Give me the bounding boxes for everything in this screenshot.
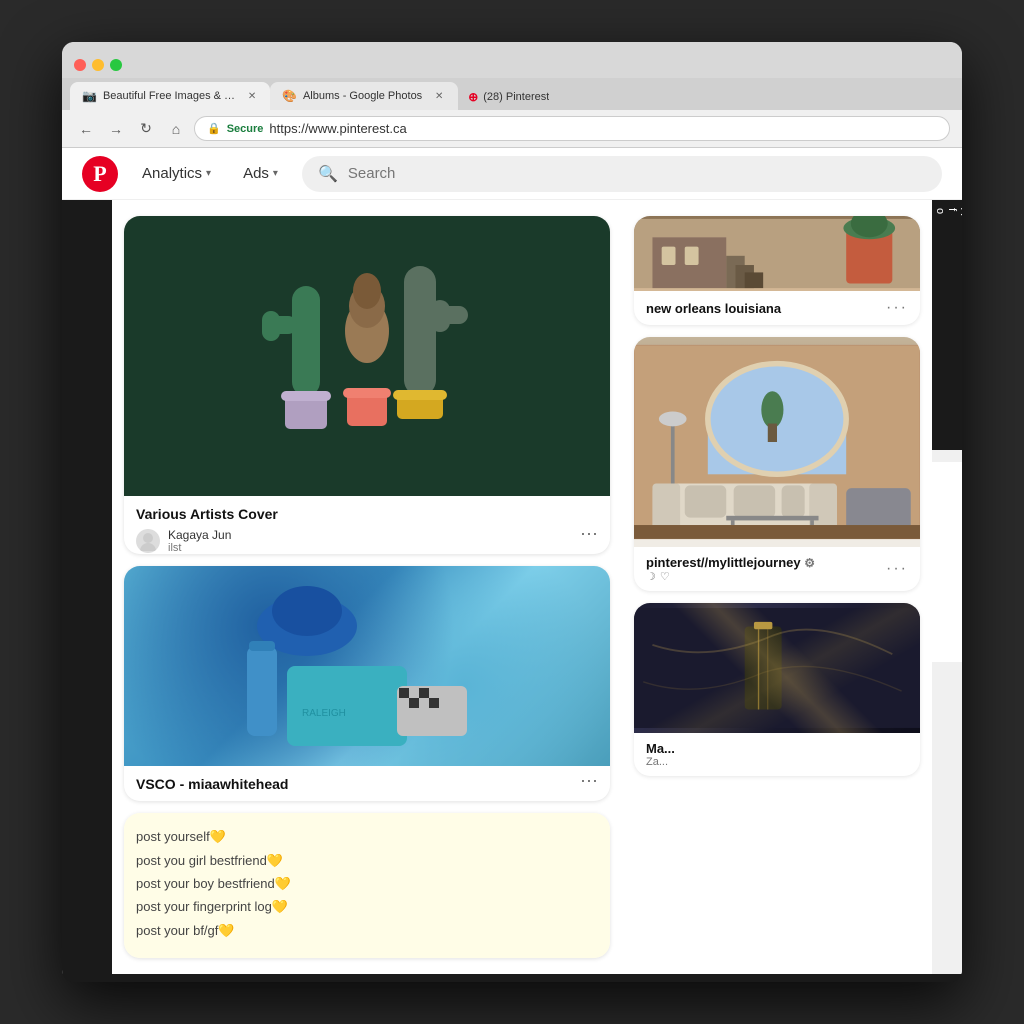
pin-card-marble[interactable]: Ma... Za...	[634, 603, 920, 776]
forward-button[interactable]: →	[104, 117, 128, 141]
pin-cactus-title: Various Artists Cover	[136, 506, 598, 522]
far-right-white-card	[932, 462, 962, 662]
camera-icon: 📷	[82, 89, 97, 103]
search-bar[interactable]: 🔍 Search	[302, 156, 942, 192]
pin-card-cactus[interactable]: Various Artists Cover Kagaya Jun ilst	[124, 216, 610, 554]
back-button[interactable]: ←	[74, 117, 98, 141]
far-right-panel: Afo	[932, 200, 962, 974]
pin-vsco-info: VSCO - miaawhitehead	[124, 766, 610, 801]
home-button[interactable]: ⌂	[164, 117, 188, 141]
ads-nav-item[interactable]: Ads ▾	[235, 159, 286, 188]
author-subtitle: ilst	[168, 542, 231, 554]
refresh-button[interactable]: ↻	[134, 117, 158, 141]
left-sidebar	[62, 200, 112, 974]
cactus-svg	[237, 216, 497, 476]
pin-vsco-title: VSCO - miaawhitehead	[136, 776, 598, 792]
interior-title: pinterest//mylittlejourney ⚙	[646, 555, 815, 570]
tab-2-label: Albums - Google Photos	[303, 90, 422, 102]
tab-3[interactable]: ⊕ (28) Pinterest	[458, 84, 559, 110]
logo-letter: P	[93, 161, 106, 187]
monitor-frame: 📷 Beautiful Free Images & Pictur... ✕ 🎨 …	[62, 42, 962, 982]
marble-title: Ma...	[646, 741, 675, 756]
pin-cactus-info: Various Artists Cover Kagaya Jun ilst	[124, 496, 610, 554]
gear-icon: ⚙	[804, 556, 815, 570]
author-avatar	[136, 529, 160, 553]
interior-svg	[634, 337, 920, 547]
new-orleans-pin-info: new orleans louisiana ···	[634, 291, 920, 325]
lock-icon: 🔒	[207, 122, 221, 135]
heart-outline-icon: ♡	[660, 570, 670, 583]
pin-card-new-orleans[interactable]: new orleans louisiana ···	[634, 216, 920, 325]
tab-1[interactable]: 📷 Beautiful Free Images & Pictur... ✕	[70, 82, 270, 110]
pin-column-1: Various Artists Cover Kagaya Jun ilst	[124, 216, 610, 958]
browser-chrome: 📷 Beautiful Free Images & Pictur... ✕ 🎨 …	[62, 42, 962, 148]
pins-container: Various Artists Cover Kagaya Jun ilst	[112, 200, 622, 974]
interior-pin-info: pinterest//mylittlejourney ⚙ ☽ ♡ ···	[634, 547, 920, 591]
cactus-illustration	[124, 216, 610, 496]
new-orleans-menu[interactable]: ···	[886, 299, 908, 317]
analytics-nav-item[interactable]: Analytics ▾	[134, 159, 219, 188]
new-orleans-title: new orleans louisiana	[646, 301, 781, 316]
new-orleans-image	[634, 216, 920, 291]
minimize-button[interactable]	[92, 59, 104, 71]
pinterest-favicon: ⊕	[468, 90, 478, 104]
photos-icon: 🎨	[282, 89, 297, 103]
pin-card-vsco[interactable]: RALEIGH VSCO - mia	[124, 566, 610, 801]
text-line-5: post your bf/gf💛	[136, 919, 598, 942]
address-bar[interactable]: 🔒 Secure https://www.pinterest.ca	[194, 116, 950, 141]
interior-subtitle: ☽ ♡	[646, 570, 815, 583]
search-icon: 🔍	[318, 164, 338, 184]
maximize-button[interactable]	[110, 59, 122, 71]
interior-image	[634, 337, 920, 547]
right-section: new orleans louisiana ···	[622, 200, 932, 974]
tab-1-close[interactable]: ✕	[246, 89, 258, 103]
moon-icon: ☽	[646, 570, 656, 583]
tabs-bar: 📷 Beautiful Free Images & Pictur... ✕ 🎨 …	[62, 78, 962, 110]
pin-card-interior[interactable]: pinterest//mylittlejourney ⚙ ☽ ♡ ···	[634, 337, 920, 591]
pin-vsco-menu[interactable]: ···	[580, 771, 598, 789]
author-name: Kagaya Jun	[168, 528, 231, 542]
marble-subtitle: Za...	[646, 756, 675, 768]
marble-pin-info: Ma... Za...	[634, 733, 920, 776]
tab-3-label: (28) Pinterest	[483, 91, 549, 103]
address-bar-row: ← → ↻ ⌂ 🔒 Secure https://www.pinterest.c…	[62, 110, 962, 148]
interior-pin-details: pinterest//mylittlejourney ⚙ ☽ ♡	[646, 555, 815, 583]
interior-title-text: pinterest//mylittlejourney	[646, 555, 801, 570]
marble-image	[634, 603, 920, 733]
interior-menu[interactable]: ···	[886, 560, 908, 578]
content-area: Various Artists Cover Kagaya Jun ilst	[62, 200, 962, 974]
author-avatar-svg	[136, 529, 160, 553]
new-orleans-svg	[634, 216, 920, 291]
tab-2[interactable]: 🎨 Albums - Google Photos ✕	[270, 82, 458, 110]
pinterest-logo[interactable]: P	[82, 156, 118, 192]
pin-cactus-menu[interactable]: ···	[580, 524, 598, 542]
tab-1-label: Beautiful Free Images & Pictur...	[103, 90, 236, 102]
marble-pin-details: Ma... Za...	[646, 741, 675, 768]
text-line-2: post you girl bestfriend💛	[136, 849, 598, 872]
far-right-dark-card: Afo	[932, 200, 962, 450]
text-line-1: post yourself💛	[136, 825, 598, 848]
close-button[interactable]	[74, 59, 86, 71]
title-bar	[62, 42, 962, 78]
vsco-photo: RALEIGH	[124, 566, 610, 766]
search-placeholder: Search	[348, 165, 396, 182]
author-details: Kagaya Jun ilst	[168, 528, 231, 554]
svg-text:RALEIGH: RALEIGH	[302, 708, 346, 719]
analytics-label: Analytics	[142, 165, 202, 182]
text-post-content: post yourself💛 post you girl bestfriend💛…	[124, 813, 610, 958]
analytics-chevron-icon: ▾	[206, 168, 211, 179]
pinterest-header: P Analytics ▾ Ads ▾ 🔍 Search	[62, 148, 962, 200]
ads-chevron-icon: ▾	[273, 168, 278, 179]
text-line-3: post your boy bestfriend💛	[136, 872, 598, 895]
ads-label: Ads	[243, 165, 269, 182]
tab-2-close[interactable]: ✕	[432, 89, 446, 103]
pin-cactus-author: Kagaya Jun ilst	[136, 528, 598, 554]
vsco-svg: RALEIGH	[124, 566, 610, 766]
pin-card-text[interactable]: post yourself💛 post you girl bestfriend💛…	[124, 813, 610, 958]
secure-badge: Secure	[227, 123, 264, 135]
text-line-4: post your fingerprint log💛	[136, 895, 598, 918]
url-text: https://www.pinterest.ca	[269, 121, 406, 136]
traffic-lights	[74, 59, 122, 71]
